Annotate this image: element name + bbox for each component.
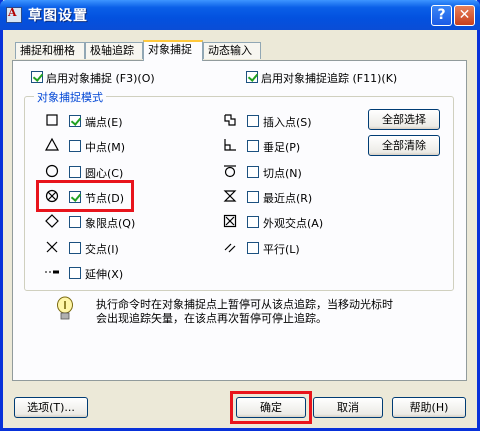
perpendicular-icon (224, 139, 236, 151)
square-endpoint-icon (46, 114, 58, 126)
tangent-checkbox[interactable] (247, 166, 259, 178)
title-bar[interactable]: 草图设置 ? ✕ (0, 0, 480, 30)
nearest-label[interactable]: 最近点(R) (263, 190, 312, 206)
parallel-checkbox[interactable] (247, 242, 259, 254)
tab-polar-tracking[interactable]: 极轴追踪 (85, 42, 143, 59)
quadrant-label[interactable]: 象限点(Q) (85, 215, 135, 231)
triangle-midpoint-icon (44, 137, 60, 151)
tab-object-snap[interactable]: 对象捕捉 (143, 40, 203, 61)
diamond-quadrant-icon (45, 214, 59, 228)
ok-button-highlight (230, 391, 312, 424)
enable-osnap-checkbox[interactable] (31, 71, 43, 83)
perpendicular-label[interactable]: 垂足(P) (263, 139, 300, 155)
insertion-icon (224, 114, 236, 126)
clear-all-button[interactable]: 全部清除 (368, 135, 440, 156)
window-title: 草图设置 (28, 8, 88, 24)
extension-label[interactable]: 延伸(X) (85, 266, 123, 282)
x-intersection-icon (46, 241, 58, 253)
intersection-checkbox[interactable] (69, 242, 81, 254)
circle-center-icon (45, 164, 59, 178)
tracking-info-text: 执行命令时在对象捕捉点上暂停可从该点追踪，当移动光标时 会出现追踪矢量，在该点再… (96, 298, 436, 326)
enable-tracking-label[interactable]: 启用对象捕捉追踪 (F11)(K) (261, 70, 397, 86)
nearest-checkbox[interactable] (247, 191, 259, 203)
center-label[interactable]: 圆心(C) (85, 165, 123, 181)
parallel-label[interactable]: 平行(L) (263, 241, 300, 257)
endpoint-label[interactable]: 端点(E) (85, 114, 123, 130)
insertion-checkbox[interactable] (247, 115, 259, 127)
tab-dynamic-input[interactable]: 动态输入 (203, 42, 261, 59)
perpendicular-checkbox[interactable] (247, 140, 259, 152)
midpoint-label[interactable]: 中点(M) (85, 139, 125, 155)
apparent-intersection-icon (223, 214, 237, 228)
nearest-icon (223, 190, 237, 202)
help-title-button[interactable]: ? (431, 5, 452, 26)
insertion-label[interactable]: 插入点(S) (263, 114, 312, 130)
midpoint-checkbox[interactable] (69, 140, 81, 152)
close-button[interactable]: ✕ (454, 5, 475, 26)
node-row-highlight (36, 180, 134, 212)
center-checkbox[interactable] (69, 166, 81, 178)
intersection-label[interactable]: 交点(I) (85, 241, 119, 257)
autocad-app-icon (6, 6, 22, 23)
quadrant-checkbox[interactable] (69, 216, 81, 228)
tangent-label[interactable]: 切点(N) (263, 165, 302, 181)
select-all-button[interactable]: 全部选择 (368, 109, 440, 130)
extension-checkbox[interactable] (69, 267, 81, 279)
tab-snap-grid[interactable]: 捕捉和栅格 (15, 42, 85, 59)
tangent-icon (224, 165, 236, 178)
extension-icon (45, 270, 59, 274)
endpoint-checkbox[interactable] (69, 115, 81, 127)
help-button[interactable]: 帮助(H) (392, 397, 466, 418)
cancel-button[interactable]: 取消 (313, 397, 383, 418)
parallel-icon (224, 243, 236, 253)
apparent-intersection-label[interactable]: 外观交点(A) (263, 215, 323, 231)
snap-modes-title: 对象捕捉模式 (34, 89, 106, 105)
apparent-intersection-checkbox[interactable] (247, 216, 259, 228)
enable-osnap-label[interactable]: 启用对象捕捉 (F3)(O) (46, 70, 155, 86)
options-button[interactable]: 选项(T)... (14, 397, 88, 418)
lightbulb-info-icon (57, 296, 73, 320)
enable-tracking-checkbox[interactable] (246, 71, 258, 83)
info-line-1: 执行命令时在对象捕捉点上暂停可从该点追踪，当移动光标时 (96, 298, 393, 311)
info-line-2: 会出现追踪矢量，在该点再次暂停可停止追踪。 (96, 312, 327, 325)
